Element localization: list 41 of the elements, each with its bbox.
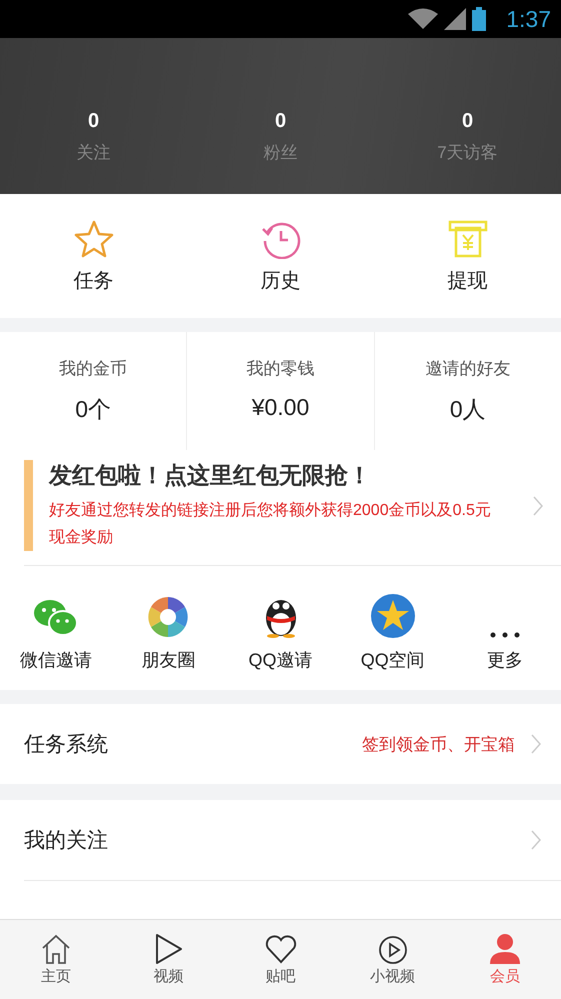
share-option[interactable]: 更多	[448, 584, 561, 672]
more-icon	[490, 632, 520, 638]
wallet-label: 我的零钱	[246, 358, 314, 380]
share-option[interactable]: 微信邀请	[0, 584, 112, 672]
banner-text: 好友通过您转发的链接注册后您将额外获得2000金币以及0.5元现金奖励	[49, 500, 492, 548]
share-option[interactable]: QQ邀请	[224, 584, 337, 672]
tab[interactable]: 贴吧	[224, 933, 337, 986]
battery-icon	[472, 7, 486, 31]
stat-value[interactable]: 0	[462, 110, 474, 133]
star-badge-icon	[370, 594, 415, 638]
share-option[interactable]: 朋友圈	[112, 584, 224, 672]
menu-row[interactable]: 任务系统 签到领金币、开宝箱	[0, 704, 561, 784]
wallet-value: 0个	[75, 395, 112, 424]
tab[interactable]: 主页	[0, 933, 112, 986]
chevron-icon	[531, 830, 541, 850]
tab[interactable]: 小视频	[336, 933, 449, 986]
heart-icon	[264, 933, 296, 965]
quick-action[interactable]: 任务	[0, 218, 187, 294]
chevron-icon	[531, 734, 541, 754]
wallet-value: 0人	[450, 395, 486, 424]
cash-withdraw-icon	[448, 218, 488, 258]
quick-action[interactable]: 历史	[187, 218, 374, 294]
wallet-value: ¥0.00	[252, 394, 310, 421]
share-option[interactable]: QQ空间	[336, 584, 449, 672]
stat-value[interactable]: 0	[274, 110, 286, 133]
aperture-icon	[147, 596, 190, 638]
tab[interactable]: 视频	[112, 933, 224, 986]
signal-icon	[444, 8, 466, 30]
wifi-icon	[408, 8, 438, 30]
star-icon	[74, 218, 114, 258]
wallet-label: 我的金币	[59, 358, 128, 380]
menu-row[interactable]: 我的关注	[0, 800, 561, 880]
chevron-icon	[533, 496, 543, 516]
quick-action[interactable]: 提现	[374, 218, 561, 294]
banner-title: 发红包啦！点这里红包无限抢！	[49, 461, 372, 490]
wallet-label: 邀请的好友	[425, 358, 510, 380]
home-icon	[40, 933, 72, 965]
person-icon	[488, 933, 521, 965]
play-circle-icon	[376, 933, 409, 965]
stat-value[interactable]: 0	[88, 110, 100, 133]
clock: 1:37	[506, 6, 551, 32]
